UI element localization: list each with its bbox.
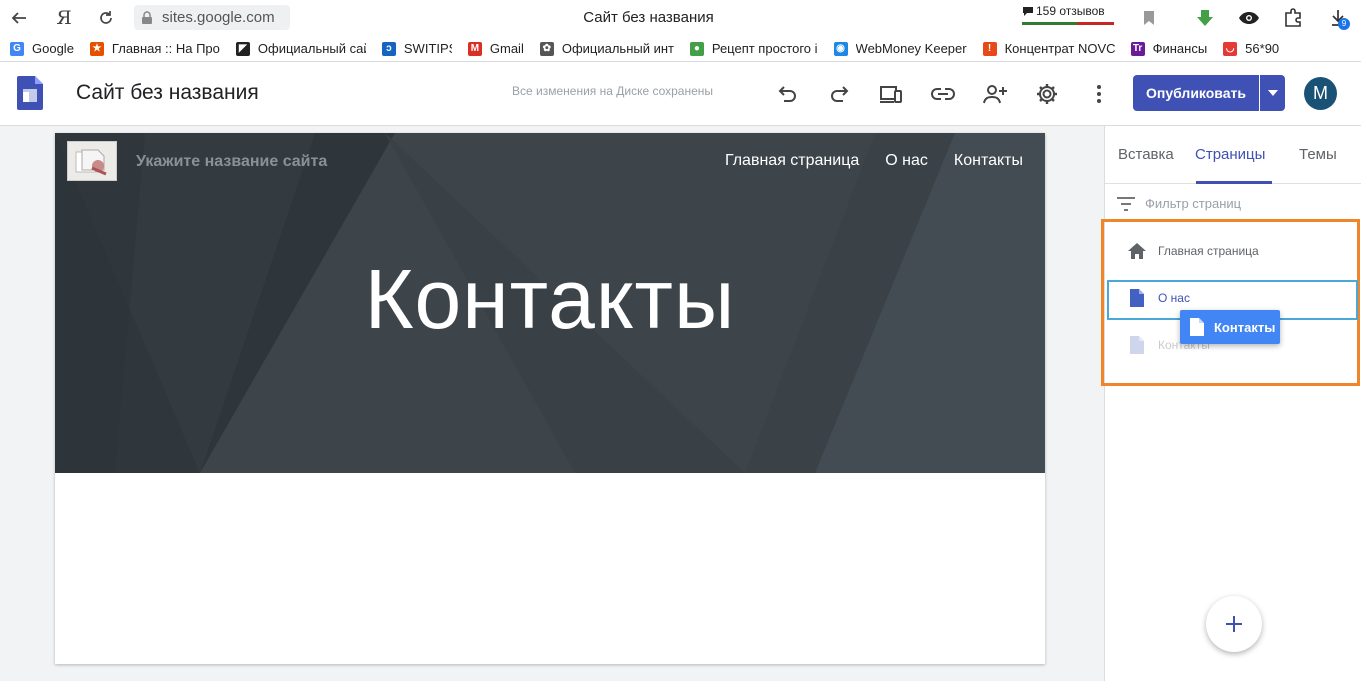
tab-themes[interactable]: Темы: [1299, 146, 1337, 163]
gmail-icon: M: [467, 41, 482, 56]
lock-icon: [142, 10, 152, 24]
bookmark-label: Рецепт простого і: [711, 41, 818, 56]
nav-link-home[interactable]: Главная страница: [725, 152, 859, 170]
sites-header: Сайт без названия Все изменения на Диске…: [0, 62, 1361, 126]
bookmark-item[interactable]: M Gmail: [467, 41, 524, 56]
filter-pages-field[interactable]: Фильтр страниц: [1117, 196, 1241, 211]
bookmark-label: Главная :: На Про: [111, 41, 220, 56]
redo-icon[interactable]: [827, 82, 851, 106]
finance-icon: Tr: [1130, 41, 1145, 56]
bookmark-item[interactable]: ● Рецепт простого і: [689, 41, 818, 56]
reload-icon[interactable]: [94, 6, 118, 30]
home-icon: [1128, 242, 1146, 260]
tab-insert[interactable]: Вставка: [1118, 146, 1174, 163]
rating-bar: [1022, 22, 1114, 25]
bookmark-item[interactable]: ! Концентрат NOVC: [982, 41, 1115, 56]
filter-placeholder: Фильтр страниц: [1145, 196, 1242, 211]
download-arrow-icon[interactable]: [1193, 6, 1217, 30]
site-navigation: Главная страница О нас Контакты: [725, 152, 1023, 170]
bookmark-item[interactable]: ★ Главная :: На Про: [89, 41, 220, 56]
flower-icon: ✿: [539, 41, 554, 56]
nav-link-contacts[interactable]: Контакты: [954, 152, 1023, 170]
google-sites-logo-icon[interactable]: [17, 76, 43, 110]
reviews-text: 159 отзывов: [1036, 4, 1105, 18]
site-logo-image[interactable]: [67, 141, 117, 181]
reviews-counter[interactable]: 159 отзывов: [1022, 4, 1105, 18]
site-name[interactable]: Сайт без названия: [76, 81, 259, 105]
bookmark-item[interactable]: Tr Финансы: [1130, 41, 1208, 56]
page-item-home[interactable]: Главная страница: [1128, 242, 1259, 260]
bookmark-label: Google: [32, 41, 74, 56]
pages-highlight-frame: Главная страница О нас Контакты Контакты: [1101, 219, 1360, 386]
downloads-badge: 9: [1338, 18, 1350, 30]
settings-gear-icon[interactable]: [1035, 82, 1059, 106]
link-icon[interactable]: [931, 82, 955, 106]
novc-icon: !: [982, 41, 997, 56]
page-item-about[interactable]: О нас: [1128, 289, 1190, 307]
publish-button[interactable]: Опубликовать: [1133, 75, 1259, 111]
more-vert-icon[interactable]: [1087, 82, 1111, 106]
filter-icon: [1117, 196, 1135, 211]
hero-header[interactable]: Укажите название сайта Главная страница …: [55, 133, 1045, 473]
nav-link-about[interactable]: О нас: [885, 152, 928, 170]
bookmark-label: Официальный инт: [561, 41, 674, 56]
address-bar[interactable]: sites.google.com: [134, 5, 290, 30]
extension-icon[interactable]: [1281, 6, 1305, 30]
saved-status: Все изменения на Диске сохранены: [512, 84, 714, 98]
dragging-page-chip[interactable]: Контакты: [1180, 310, 1280, 344]
caret-down-icon: [1267, 90, 1278, 96]
bookmark-icon[interactable]: [1137, 6, 1161, 30]
bookmark-item[interactable]: ◉ WebMoney Keeper: [833, 41, 967, 56]
comment-icon: [1023, 7, 1033, 16]
bookmark-label: Концентрат NOVC: [1004, 41, 1115, 56]
publish-options-dropdown[interactable]: [1260, 75, 1285, 111]
bookmark-label: SWITIPS: [403, 41, 452, 56]
site-title-placeholder[interactable]: Укажите название сайта: [136, 153, 327, 171]
bookmark-label: 56*90: [1245, 41, 1280, 56]
flag-icon: ◤: [235, 41, 250, 56]
bookmark-label: Gmail: [489, 41, 524, 56]
star-icon: ★: [89, 41, 104, 56]
add-page-button[interactable]: [1206, 596, 1262, 652]
plus-icon: [1226, 616, 1242, 632]
page-icon: [1128, 289, 1146, 307]
bookmark-item[interactable]: G Google: [10, 41, 74, 56]
undo-icon[interactable]: [776, 82, 800, 106]
bookmark-label: Финансы: [1152, 41, 1208, 56]
bookmark-item[interactable]: ◤ Официальный сай: [235, 41, 366, 56]
back-icon[interactable]: [7, 6, 31, 30]
share-add-person-icon[interactable]: [983, 82, 1007, 106]
side-panel: Вставка Страницы Темы Фильтр страниц Гла…: [1101, 126, 1361, 681]
recipe-icon: ●: [689, 41, 704, 56]
page-icon: [1128, 336, 1146, 354]
bookmark-label: WebMoney Keeper: [855, 41, 967, 56]
bookmarks-bar: G Google ★ Главная :: На Про ◤ Официальный са…: [0, 36, 1361, 62]
switips-icon: ᴐ: [381, 41, 396, 56]
shop-icon: ◡: [1223, 41, 1238, 56]
page-item-label: Главная страница: [1158, 244, 1259, 258]
panel-tabs: Вставка Страницы Темы: [1105, 126, 1361, 184]
page-heading[interactable]: Контакты: [55, 251, 1045, 348]
bookmark-item[interactable]: ✿ Официальный инт: [539, 41, 674, 56]
dragging-page-label: Контакты: [1214, 319, 1276, 335]
globe-icon: ◉: [833, 41, 848, 56]
account-avatar[interactable]: M: [1304, 77, 1337, 110]
google-icon: G: [10, 41, 24, 56]
tab-pages[interactable]: Страницы: [1195, 146, 1265, 163]
page-icon: [1188, 318, 1206, 336]
bookmark-item[interactable]: ◡ 56*90: [1223, 41, 1279, 56]
url-text: sites.google.com: [162, 9, 275, 26]
browser-toolbar: Я sites.google.com Сайт без названия 159…: [0, 0, 1361, 36]
bookmark-item[interactable]: ᴐ SWITIPS: [381, 41, 452, 56]
eye-icon[interactable]: [1237, 6, 1261, 30]
yandex-icon[interactable]: Я: [52, 6, 76, 30]
active-tab-indicator: [1196, 181, 1272, 184]
site-canvas: Укажите название сайта Главная страница …: [55, 133, 1045, 664]
page-item-label: О нас: [1158, 291, 1190, 305]
bookmark-label: Официальный сай: [257, 41, 366, 56]
preview-devices-icon[interactable]: [879, 82, 903, 106]
